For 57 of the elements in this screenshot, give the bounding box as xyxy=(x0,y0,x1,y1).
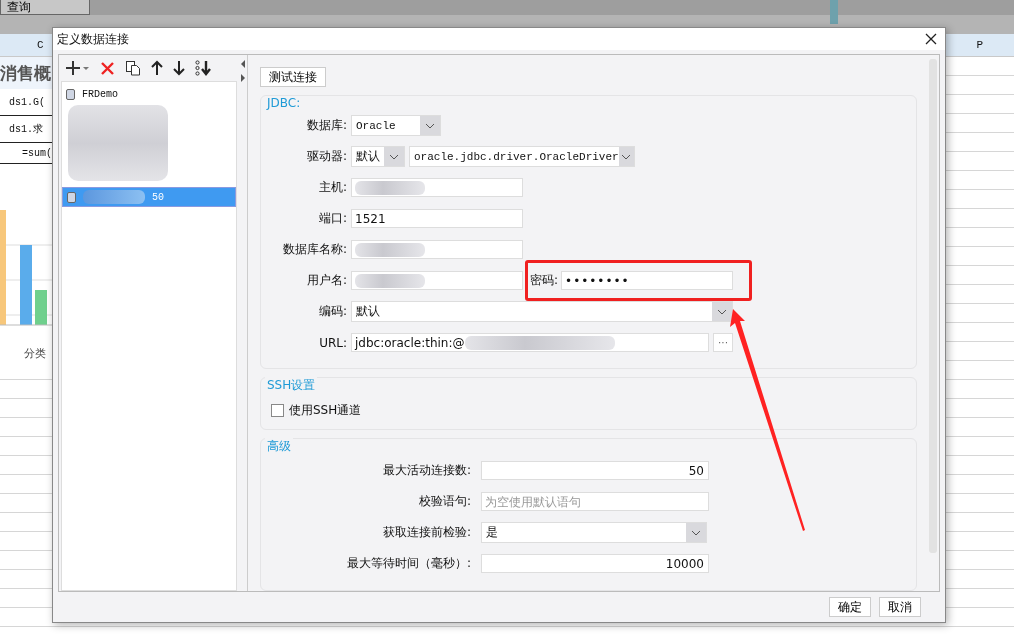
dialog-button[interactable]: 取消 xyxy=(879,597,921,617)
input-field[interactable]: jdbc:oracle:thin:@ xyxy=(351,333,709,352)
group-title: 高级 xyxy=(265,438,293,455)
field-label: 数据库名称: xyxy=(281,241,348,258)
caret-icon[interactable] xyxy=(712,302,732,321)
window-title: 定义数据连接 xyxy=(57,30,129,48)
field-label: 驱动器: xyxy=(305,148,348,165)
group-title: SSH设置 xyxy=(265,377,318,394)
input-field[interactable]: 1521 xyxy=(351,209,523,228)
dropdown[interactable]: Oracle xyxy=(351,115,441,136)
dropdown[interactable]: 是 xyxy=(481,522,707,543)
table-cell-text: ds1.求 xyxy=(9,123,43,136)
input-field[interactable]: 10000 xyxy=(481,554,709,573)
password-field[interactable]: •••••••• xyxy=(561,271,734,290)
copy-icon[interactable] xyxy=(125,60,141,76)
field-label: 用户名: xyxy=(305,272,348,289)
query-button[interactable]: 查询 xyxy=(0,0,90,15)
table-cell: =sum( xyxy=(22,147,52,159)
field-label: 最大活动连接数: xyxy=(381,462,472,479)
field-label: 端口: xyxy=(317,210,348,227)
field-label: 编码: xyxy=(317,303,348,320)
close-icon[interactable] xyxy=(925,33,937,45)
dropdown[interactable]: 默认 xyxy=(351,301,733,322)
browse-button[interactable]: ··· xyxy=(713,333,733,352)
field-label: 数据库: xyxy=(305,117,348,134)
checkbox-label: 使用SSH通道 xyxy=(289,402,362,419)
down-arrow-icon[interactable] xyxy=(173,60,185,76)
database-icon xyxy=(66,88,75,100)
input-field[interactable]: 50 xyxy=(481,461,709,480)
report-title: 消售概 xyxy=(0,57,52,89)
input-field[interactable] xyxy=(351,178,523,197)
up-arrow-icon[interactable] xyxy=(151,60,163,76)
axis-label: 分类 xyxy=(24,346,47,361)
database-icon xyxy=(67,191,76,203)
input-field[interactable] xyxy=(351,240,523,259)
input-field[interactable]: 为空使用默认语句 xyxy=(481,492,709,511)
column-label: C xyxy=(37,39,44,51)
sort-icon[interactable] xyxy=(195,60,213,76)
dialog-button[interactable]: 确定 xyxy=(829,597,871,617)
column-label: P xyxy=(976,39,983,51)
field-label: 校验语句: xyxy=(417,493,472,510)
field-label: 密码: xyxy=(530,272,560,289)
field-label: URL: xyxy=(318,335,348,350)
field-label: 主机: xyxy=(317,179,348,196)
table-cell: ds1.G( xyxy=(9,96,45,108)
checkbox[interactable] xyxy=(271,404,284,417)
delete-icon[interactable] xyxy=(100,60,115,76)
input-field[interactable] xyxy=(351,271,523,290)
caret-icon[interactable] xyxy=(618,147,634,166)
dropdown[interactable]: 默认 xyxy=(351,146,405,167)
test-connection-button[interactable]: 测试连接 xyxy=(260,67,326,87)
dropdown[interactable]: oracle.jdbc.driver.OracleDriver xyxy=(409,146,635,167)
connection-item[interactable]: FRDemo xyxy=(62,85,236,103)
field-label: 最大等待时间（毫秒）: xyxy=(345,555,472,572)
field-label: 获取连接前检验: xyxy=(381,524,472,541)
add-icon[interactable] xyxy=(66,60,90,76)
toolbar-strip xyxy=(830,0,838,24)
